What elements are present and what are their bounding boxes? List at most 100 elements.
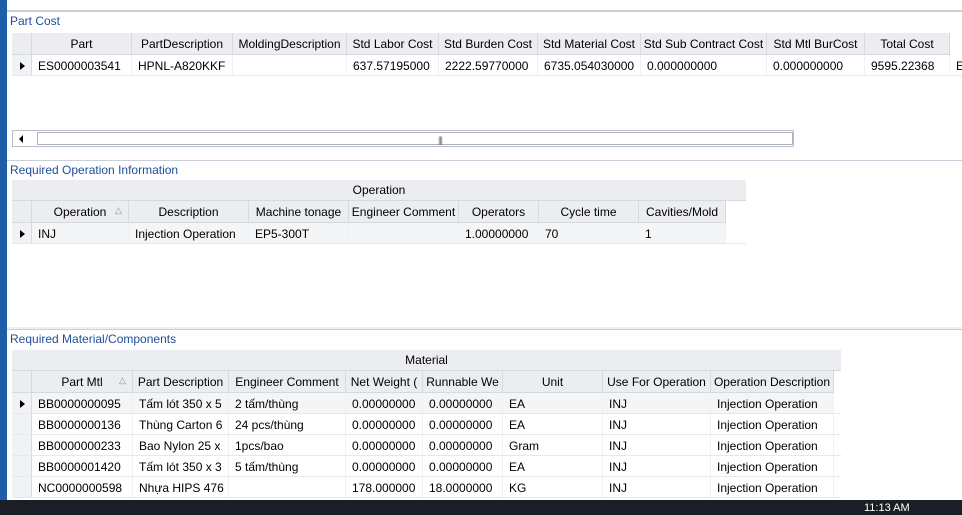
column-header[interactable]: Cycle time — [539, 201, 639, 223]
table-cell[interactable]: 9595.22368 — [865, 55, 950, 76]
table-cell[interactable]: 5 tấm/thùng — [229, 456, 346, 477]
table-cell[interactable]: INJ — [603, 456, 711, 477]
column-header[interactable]: Machine tonage — [249, 201, 349, 223]
table-cell[interactable]: Nhựa HIPS 476 — [133, 477, 229, 498]
taskbar-clock[interactable]: 11:13 AM — [864, 502, 910, 514]
row-selector[interactable] — [12, 414, 32, 435]
table-cell[interactable]: 0.000000000 — [767, 55, 865, 76]
table-cell[interactable]: 1 — [639, 223, 726, 244]
row-selector[interactable] — [12, 477, 32, 498]
table-cell[interactable]: 0.00000000 — [423, 456, 503, 477]
column-header[interactable]: Std Mtl BurCost — [767, 33, 865, 55]
table-cell[interactable]: 0.00000000 — [423, 435, 503, 456]
table-cell[interactable]: 24 pcs/thùng — [229, 414, 346, 435]
table-cell[interactable]: Injection Operation — [711, 393, 834, 414]
column-header[interactable]: Cavities/Mold — [639, 201, 726, 223]
table-cell[interactable]: INJ — [603, 393, 711, 414]
table-cell[interactable]: EA — [503, 414, 603, 435]
table-cell[interactable]: 70 — [539, 223, 639, 244]
table-cell[interactable]: 178.000000 — [346, 477, 423, 498]
column-header[interactable]: Std Burden Cost — [439, 33, 538, 55]
column-header[interactable]: Std Labor Cost — [347, 33, 439, 55]
table-cell[interactable]: Injection Operation — [711, 414, 834, 435]
table-cell[interactable]: INJ — [32, 223, 129, 244]
table-cell[interactable]: E/ — [950, 55, 962, 76]
table-cell[interactable]: Bao Nylon 25 x — [133, 435, 229, 456]
scrollbar-thumb[interactable]: ||| — [37, 132, 793, 145]
column-header[interactable]: Net Weight ( — [346, 371, 423, 393]
column-header[interactable]: Operation Description — [711, 371, 834, 393]
table-cell[interactable]: Thùng Carton 6 — [133, 414, 229, 435]
table-cell[interactable]: Gram — [503, 435, 603, 456]
group-header: Material — [12, 350, 841, 371]
table-cell[interactable]: Tấm lót 350 x 3 — [133, 456, 229, 477]
table-cell[interactable]: INJ — [603, 435, 711, 456]
sort-ascending-icon[interactable]: △ — [115, 205, 122, 216]
row-selector-header — [12, 33, 32, 55]
part-cost-horizontal-scrollbar[interactable]: ||| — [12, 130, 794, 147]
table-cell[interactable]: BB0000000136 — [32, 414, 133, 435]
row-selector[interactable] — [12, 435, 32, 456]
table-cell[interactable]: BB0000000233 — [32, 435, 133, 456]
column-header[interactable]: MoldingDescription — [233, 33, 347, 55]
column-header[interactable]: Engineer Comment — [349, 201, 459, 223]
table-cell[interactable]: INJ — [603, 414, 711, 435]
table-cell[interactable]: Tấm lót 350 x 5 — [133, 393, 229, 414]
table-cell[interactable]: BB0000001420 — [32, 456, 133, 477]
scroll-left-arrow-icon[interactable] — [19, 135, 23, 143]
table-cell[interactable]: EA — [503, 456, 603, 477]
table-cell[interactable]: 0.00000000 — [346, 414, 423, 435]
column-header[interactable]: Unit — [503, 371, 603, 393]
table-cell[interactable]: EA — [503, 393, 603, 414]
table-cell[interactable]: 0.00000000 — [346, 456, 423, 477]
column-header[interactable]: Std Material Cost — [538, 33, 641, 55]
column-header[interactable]: Engineer Comment — [229, 371, 346, 393]
table-cell[interactable]: Injection Operation — [711, 456, 834, 477]
column-header[interactable]: Part Description — [133, 371, 229, 393]
table-cell[interactable]: 0.00000000 — [346, 393, 423, 414]
row-divider — [12, 75, 962, 76]
table-cell[interactable]: 1pcs/bao — [229, 435, 346, 456]
window-left-border — [0, 0, 7, 500]
table-cell[interactable]: EP5-300T — [249, 223, 349, 244]
table-cell[interactable]: ES0000003541 — [32, 55, 132, 76]
column-header[interactable]: Operators — [459, 201, 539, 223]
table-cell[interactable]: 18.0000000 — [423, 477, 503, 498]
table-cell[interactable]: KG — [503, 477, 603, 498]
column-header[interactable]: Part Mtl — [32, 371, 133, 393]
table-cell[interactable] — [349, 223, 459, 244]
table-cell[interactable]: 0.00000000 — [423, 393, 503, 414]
group-header: Operation — [12, 180, 746, 201]
table-cell[interactable]: Injection Operation — [129, 223, 249, 244]
part-cost-title: Part Cost — [10, 14, 61, 28]
row-selector-header — [12, 371, 32, 393]
column-header[interactable]: Description — [129, 201, 249, 223]
table-cell[interactable]: 1.00000000 — [459, 223, 539, 244]
table-cell[interactable] — [233, 55, 347, 76]
table-cell[interactable]: 6735.054030000 — [538, 55, 641, 76]
row-selector[interactable] — [12, 456, 32, 477]
table-cell[interactable] — [229, 477, 346, 498]
table-cell[interactable]: BB0000000095 — [32, 393, 133, 414]
table-cell[interactable]: NC0000000598 — [32, 477, 133, 498]
table-cell[interactable]: Injection Operation — [711, 477, 834, 498]
column-header[interactable]: Runnable We — [423, 371, 503, 393]
row-selector-header — [12, 201, 32, 223]
table-cell[interactable]: Injection Operation — [711, 435, 834, 456]
table-cell[interactable]: 0.000000000 — [641, 55, 767, 76]
table-cell[interactable]: 2222.59770000 — [439, 55, 538, 76]
column-header[interactable]: Total Cost — [865, 33, 950, 55]
operation-title: Required Operation Information — [10, 163, 179, 177]
current-row-arrow-icon — [20, 61, 25, 70]
table-cell[interactable]: HPNL-A820KKF — [132, 55, 233, 76]
table-cell[interactable]: INJ — [603, 477, 711, 498]
table-cell[interactable]: 2 tấm/thùng — [229, 393, 346, 414]
column-header[interactable]: PartDescription — [132, 33, 233, 55]
sort-ascending-icon[interactable]: △ — [119, 375, 126, 386]
column-header[interactable]: Std Sub Contract Cost — [641, 33, 767, 55]
table-cell[interactable]: 0.00000000 — [346, 435, 423, 456]
column-header[interactable]: Use For Operation — [603, 371, 711, 393]
column-header[interactable]: Part — [32, 33, 132, 55]
table-cell[interactable]: 637.57195000 — [347, 55, 439, 76]
table-cell[interactable]: 0.00000000 — [423, 414, 503, 435]
